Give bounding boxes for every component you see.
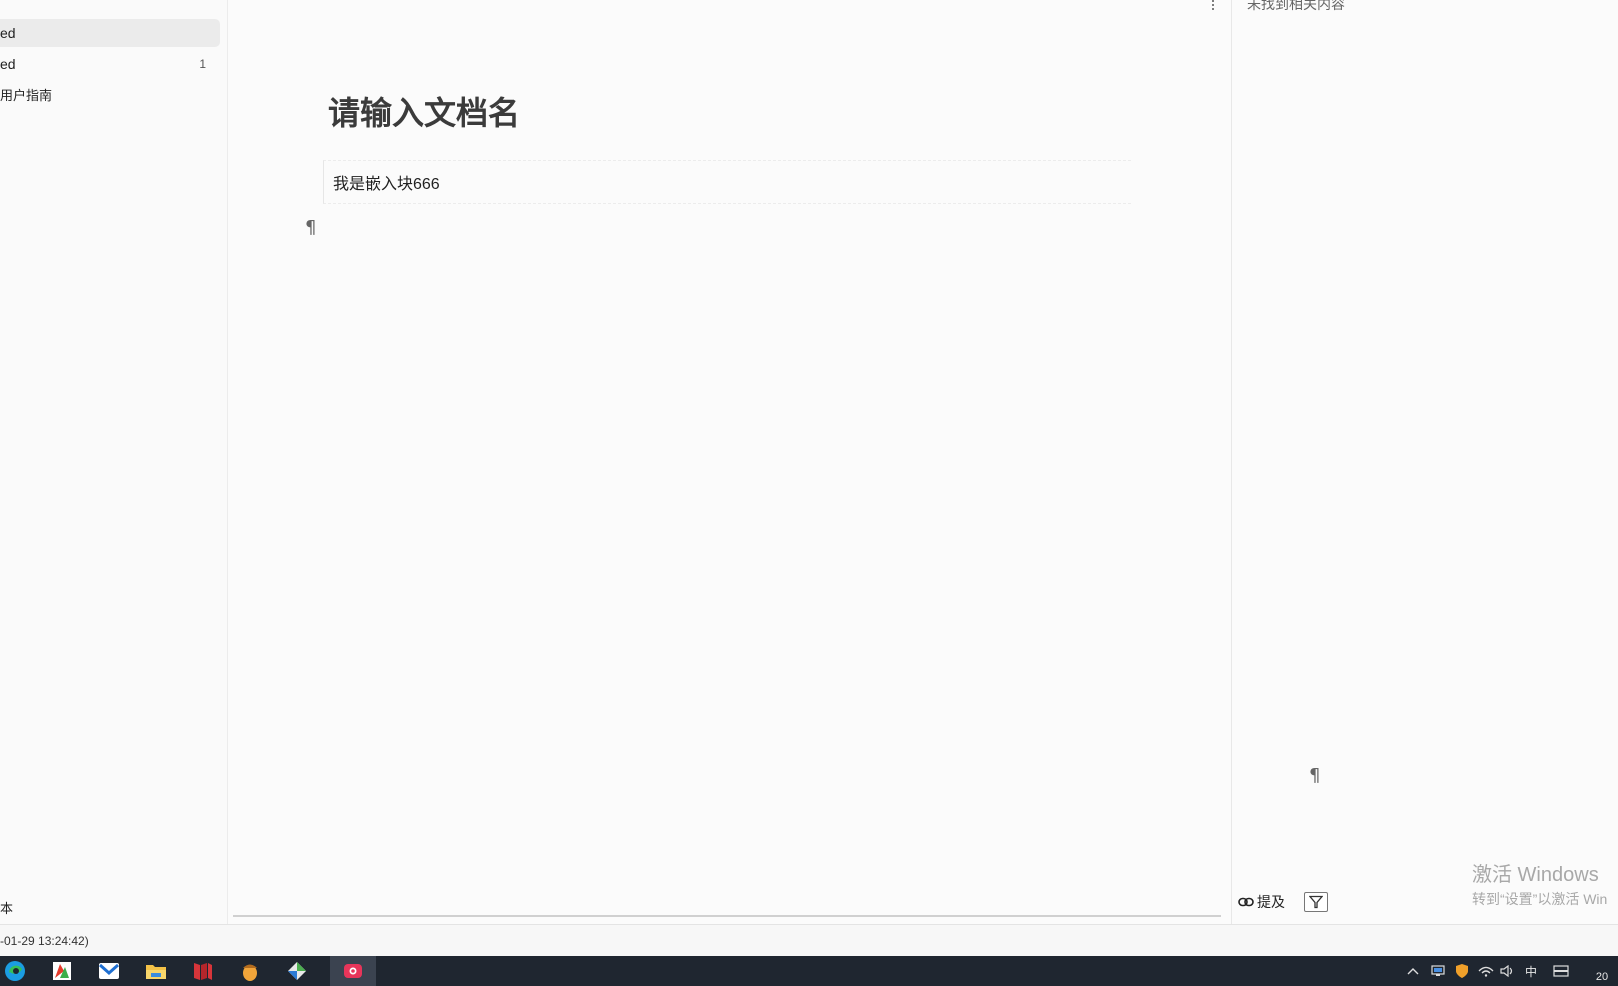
sidebar-item-label: ed: [0, 56, 16, 72]
filter-icon: [1309, 895, 1323, 909]
clock[interactable]: 20: [1586, 962, 1618, 986]
wifi-icon[interactable]: [1475, 956, 1497, 986]
more-options-icon[interactable]: [1207, 0, 1219, 14]
backlinks-panel: 未找到相关内容 ¶ 提及 激活 Windows 转到“设置”以激活 Win: [1231, 0, 1618, 924]
edge-browser-icon[interactable]: [0, 956, 38, 986]
empty-result-text: 未找到相关内容: [1247, 0, 1345, 12]
monitor-tray-icon[interactable]: [1427, 956, 1449, 986]
watermark-subtitle: 转到“设置”以激活 Win: [1472, 891, 1608, 907]
input-mode-icon[interactable]: [1548, 956, 1574, 986]
sidebar-item-count: 1: [199, 57, 206, 71]
watermark-title: 激活 Windows: [1472, 864, 1599, 886]
link-icon: [1238, 897, 1254, 907]
document-title[interactable]: 请输入文档名: [328, 88, 520, 134]
sidebar-item-notebook-1[interactable]: ed: [0, 19, 220, 47]
mention-button[interactable]: 提及: [1238, 892, 1285, 912]
paragraph-mark-icon[interactable]: ¶: [1309, 765, 1320, 786]
status-bar: -01-29 13:24:42): [0, 924, 1618, 956]
windows-activation-watermark: 激活 Windows 转到“设置”以激活 Win: [1472, 858, 1607, 909]
sidebar: ed ed 1 用户指南 本: [0, 0, 228, 924]
sidebar-item-user-guide[interactable]: 用户指南: [0, 80, 220, 108]
status-text: -01-29 13:24:42): [0, 934, 89, 948]
filter-button[interactable]: [1304, 892, 1328, 912]
sidebar-bottom-label[interactable]: 本: [0, 898, 13, 917]
diamond-app-icon[interactable]: [274, 956, 320, 986]
paragraph-mark-icon[interactable]: ¶: [305, 217, 316, 238]
show-hidden-icons-chevron-icon[interactable]: [1402, 956, 1424, 986]
windows-taskbar: 中 20: [0, 956, 1618, 986]
book-reader-icon[interactable]: [180, 956, 226, 986]
mail-app-icon[interactable]: [86, 956, 132, 986]
mention-label: 提及: [1257, 894, 1285, 910]
embed-block-text: 我是嵌入块666: [333, 176, 440, 193]
acorn-app-icon[interactable]: [227, 956, 273, 986]
sidebar-item-notebook-2[interactable]: ed 1: [0, 50, 220, 78]
security-shield-icon[interactable]: [1451, 956, 1473, 986]
sidebar-item-label: ed: [0, 25, 16, 41]
file-explorer-icon[interactable]: [133, 956, 179, 986]
embed-block[interactable]: 我是嵌入块666: [323, 160, 1131, 204]
volume-icon[interactable]: [1497, 956, 1519, 986]
wps-office-icon[interactable]: [39, 956, 85, 986]
editor: 请输入文档名 我是嵌入块666 ¶: [229, 0, 1231, 924]
horizontal-scrollbar[interactable]: [233, 915, 1221, 917]
sidebar-item-label: 用户指南: [0, 87, 53, 103]
screen-recorder-icon[interactable]: [330, 956, 376, 986]
ime-indicator[interactable]: 中: [1520, 956, 1542, 986]
